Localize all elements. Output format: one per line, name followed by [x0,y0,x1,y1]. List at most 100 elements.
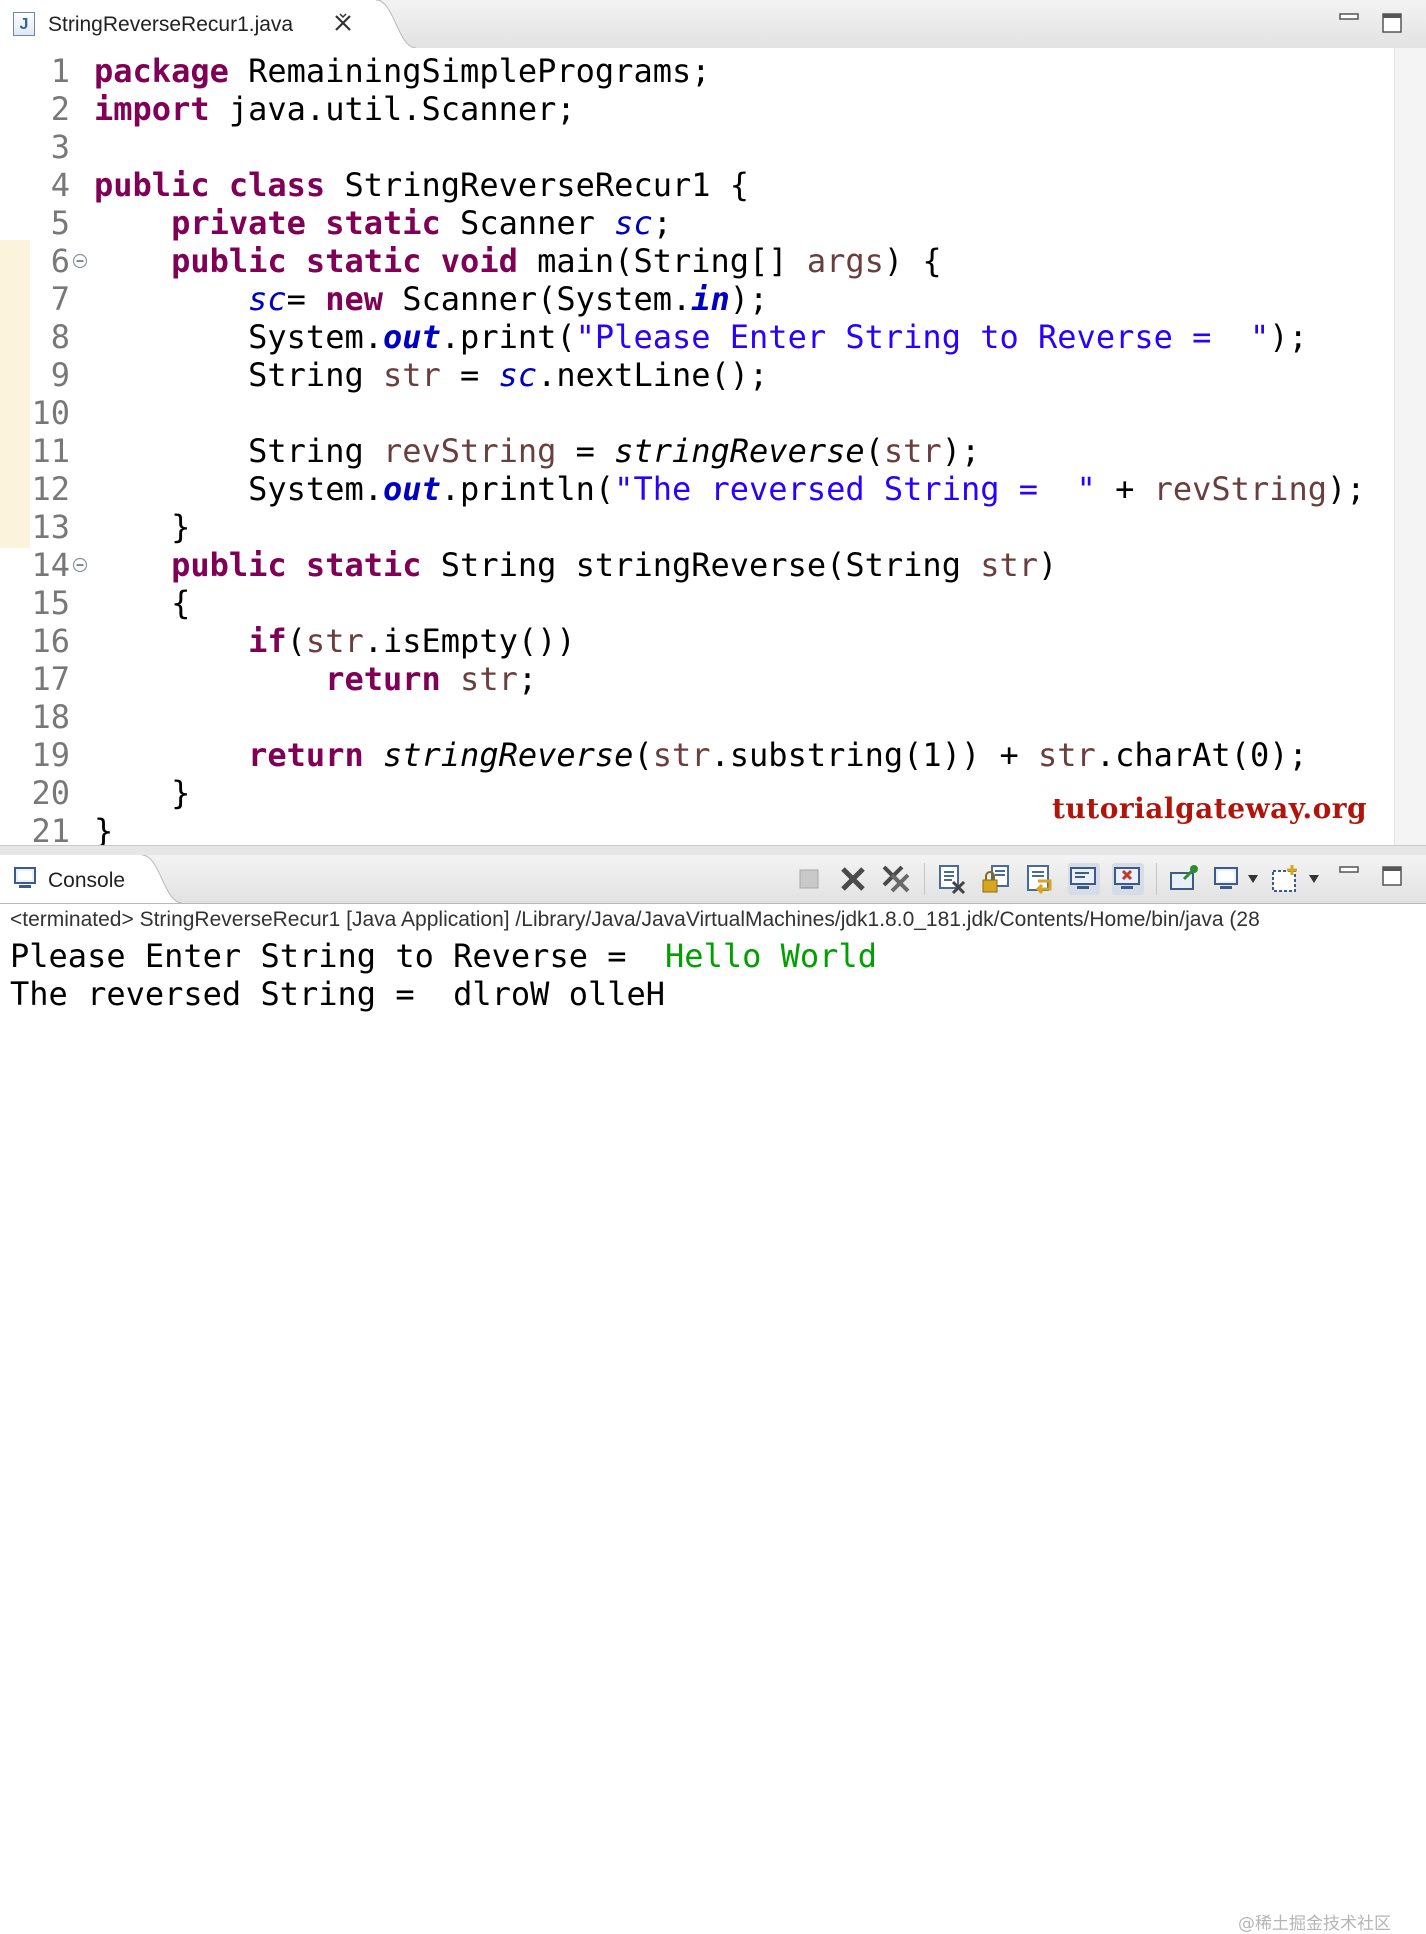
code-token: ( [864,432,884,470]
code-line[interactable]: import java.util.Scanner; [94,90,576,128]
vertical-scrollbar[interactable] [1394,48,1426,845]
code-line[interactable]: return str; [94,660,537,698]
code-token: ; [652,204,672,242]
code-line[interactable]: String revString = stringReverse(str); [94,432,980,470]
scroll-lock-icon[interactable] [980,863,1012,895]
remove-launch-icon[interactable] [837,863,869,895]
chevron-down-icon[interactable] [1309,875,1319,883]
console-tab[interactable]: Console [0,855,146,903]
line-number: 21 [31,812,70,845]
minimize-icon[interactable] [1338,863,1360,885]
code-line[interactable]: } [94,508,190,546]
code-token: .charAt(0); [1095,736,1308,774]
code-line[interactable]: package RemainingSimplePrograms; [94,52,711,90]
line-number: 9 [50,356,70,394]
code-text[interactable]: package RemainingSimplePrograms; import j… [94,48,1394,845]
code-token-var: str [652,736,711,774]
code-token-kw: void [440,242,518,280]
code-token: = [286,280,326,318]
attribution-watermark: @稀土掘金技术社区 [1238,1914,1391,1934]
maximize-icon[interactable] [1381,12,1403,34]
line-number: 10 [31,394,70,432]
code-token-var: revString [382,432,557,470]
code-token: = [556,432,615,470]
console-output-line: The reversed String = dlroW olleH [10,975,666,1013]
minimize-icon[interactable] [1338,10,1360,32]
code-token-var: str [1038,736,1096,774]
code-token: main(String[] [517,242,807,280]
code-line[interactable]: { [94,584,190,622]
code-token: .isEmpty()) [363,622,576,660]
line-number-gutter: 1 2 3 4 5 6 7 8 9 10 11 12 13 14 15 16 17 18 19 20 21 [30,48,94,845]
editor-tab[interactable]: J StringReverseRecur1.java [0,0,381,48]
code-token: ); [1327,470,1366,508]
code-line[interactable]: System.out.print("Please Enter String to… [94,318,1308,356]
code-line[interactable]: String str = sc.nextLine(); [94,356,768,394]
code-token: String [94,356,383,394]
collapse-icon[interactable] [72,253,88,269]
clear-console-icon[interactable] [936,863,968,895]
terminate-icon[interactable] [793,863,825,895]
line-number: 20 [31,774,70,812]
code-line[interactable]: } [94,812,113,845]
show-on-stdout-icon[interactable] [1068,863,1100,895]
code-token: RemainingSimplePrograms; [228,52,711,90]
java-file-icon: J [13,12,35,36]
line-number: 5 [50,204,70,242]
code-token: ( [286,622,306,660]
code-token-fld: sc [614,204,653,242]
code-token: ) [1038,546,1058,584]
code-token: System. [94,318,383,356]
code-token: Scanner(System. [382,280,692,318]
code-token: String [94,432,383,470]
code-token-mi: stringReverse [382,736,634,774]
code-token-sfld: out [382,318,441,356]
code-line[interactable]: public static String stringReverse(Strin… [94,546,1057,584]
toolbar-separator [1156,863,1157,895]
console-tab-title: Console [48,869,126,892]
display-console-icon[interactable] [1212,863,1244,895]
collapse-icon[interactable] [72,557,88,573]
code-line[interactable]: System.out.println("The reversed String … [94,470,1366,508]
code-line[interactable]: public class StringReverseRecur1 { [94,166,749,204]
line-number: 14 [31,546,70,584]
console-user-input: Hello World [665,937,877,975]
remove-all-terminated-icon[interactable] [880,863,912,895]
code-token-var: str [460,660,518,698]
open-console-icon[interactable] [1270,863,1302,895]
code-line[interactable]: } [94,774,190,812]
code-line[interactable]: if(str.isEmpty()) [94,622,576,660]
code-line[interactable]: private static Scanner sc; [94,204,672,242]
word-wrap-icon[interactable] [1024,863,1056,895]
line-number: 16 [31,622,70,660]
close-icon[interactable] [331,11,355,35]
code-token: .nextLine(); [537,356,769,394]
code-line[interactable]: return stringReverse(str.substring(1)) +… [94,736,1308,774]
maximize-icon[interactable] [1381,865,1403,887]
console-output[interactable]: Please Enter String to Reverse = Hello W… [0,937,1426,1934]
code-token: ); [1269,318,1308,356]
show-on-stderr-icon[interactable] [1112,863,1144,895]
code-token: ( [633,736,653,774]
code-line[interactable]: public static void main(String[] args) { [94,242,942,280]
line-number: 13 [31,508,70,546]
code-token-kw: public [171,242,287,280]
console-status-text: <terminated> StringReverseRecur1 [Java A… [10,908,1260,931]
pin-console-icon[interactable] [1168,863,1200,895]
code-token: .println( [440,470,615,508]
code-editor[interactable]: 1 2 3 4 5 6 7 8 9 10 11 12 13 14 15 16 17 18 19 20 21 packag… [0,48,1426,845]
code-token-kw: new [325,280,383,318]
line-number: 8 [50,318,70,356]
chevron-down-icon[interactable] [1248,875,1258,883]
code-token-sfld: out [382,470,441,508]
code-line[interactable]: sc= new Scanner(System.in); [94,280,768,318]
code-token: StringReverseRecur1 { [325,166,750,204]
code-token-kw: static [305,546,422,584]
console-process-label: <terminated> StringReverseRecur1 [Java A… [0,904,1426,937]
code-token: = [440,356,499,394]
code-token: java.util.Scanner; [209,90,576,128]
